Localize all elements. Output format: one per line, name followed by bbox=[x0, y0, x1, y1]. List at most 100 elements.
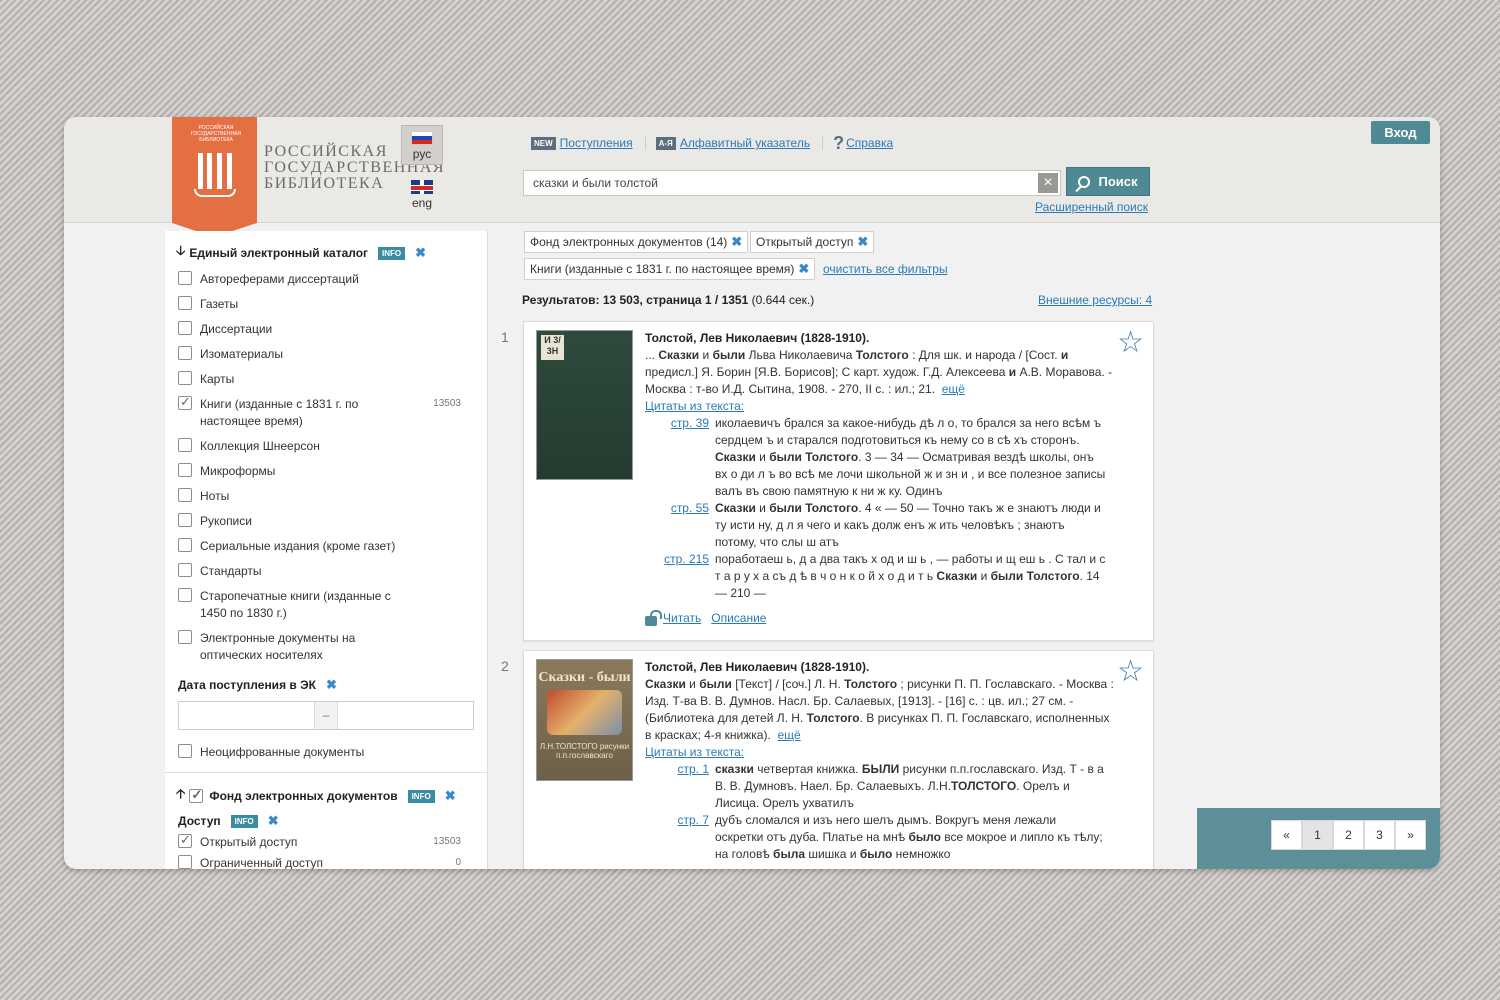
page-link[interactable]: стр. 39 bbox=[645, 415, 715, 500]
description-link[interactable]: Описание bbox=[711, 610, 766, 627]
filter-item[interactable]: Старопечатные книги (изданные с 1450 по … bbox=[178, 588, 473, 622]
filter-item[interactable]: Микроформы bbox=[178, 463, 473, 480]
filter-item[interactable]: Рукописи bbox=[178, 513, 473, 530]
checkbox[interactable] bbox=[178, 321, 192, 335]
checkbox[interactable] bbox=[178, 488, 192, 502]
checkbox[interactable] bbox=[178, 271, 192, 285]
read-link[interactable]: Читать bbox=[663, 610, 701, 627]
new-tag-icon: NEW bbox=[531, 136, 556, 150]
quotes-link[interactable]: Цитаты из текста: bbox=[645, 744, 1115, 761]
checkbox[interactable] bbox=[178, 513, 192, 527]
library-logo[interactable]: Российская государственная библиотека bbox=[172, 117, 257, 237]
checkbox[interactable] bbox=[178, 394, 192, 410]
quotes-link[interactable]: Цитаты из текста: bbox=[645, 398, 1115, 415]
filter-item[interactable]: Коллекция Шнеерсон bbox=[178, 438, 473, 455]
catalog-section-title[interactable]: 🡣 Единый электронный каталог INFO ✖ bbox=[176, 242, 426, 264]
result-number: 2 bbox=[501, 658, 509, 674]
clear-search-icon[interactable]: × bbox=[1038, 173, 1058, 193]
search-input[interactable] bbox=[524, 171, 1034, 195]
advanced-search-link[interactable]: Расширенный поиск bbox=[1035, 200, 1148, 214]
remove-filter-icon[interactable]: ✖ bbox=[731, 232, 742, 252]
browser-window: Российская государственная библиотека Ро… bbox=[64, 117, 1440, 869]
book-cover[interactable]: И 3/ 3Н bbox=[536, 330, 633, 480]
info-badge[interactable]: INFO bbox=[378, 246, 406, 260]
more-link[interactable]: ещё bbox=[942, 382, 965, 396]
filter-item[interactable]: Открытый доступ 13503 bbox=[178, 832, 473, 851]
checkbox[interactable] bbox=[178, 538, 192, 552]
catalog-title: Единый электронный каталог bbox=[189, 246, 369, 260]
book-cover[interactable]: Сказки - были Л.Н.ТОЛСТОГО рисунки п.п.г… bbox=[536, 659, 633, 781]
fund-section-title[interactable]: 🡡 Фонд электронных документов INFO ✖ bbox=[176, 785, 456, 807]
clear-filters-link[interactable]: очистить все фильтры bbox=[823, 262, 948, 276]
close-icon[interactable]: ✖ bbox=[268, 813, 279, 829]
favorite-star-icon[interactable]: ☆ bbox=[1117, 657, 1144, 687]
result-card: Сказки - были Л.Н.ТОЛСТОГО рисунки п.п.г… bbox=[523, 650, 1154, 869]
info-badge[interactable]: INFO bbox=[407, 789, 435, 803]
date-from-input[interactable] bbox=[179, 702, 314, 729]
prev-page-button[interactable]: « bbox=[1271, 820, 1302, 850]
filter-item[interactable]: Изоматериалы bbox=[178, 346, 473, 363]
checkbox[interactable] bbox=[178, 346, 192, 360]
search-icon bbox=[1078, 175, 1091, 188]
checkbox[interactable] bbox=[178, 855, 192, 869]
divider bbox=[165, 772, 488, 773]
page-button[interactable]: 1 bbox=[1302, 820, 1333, 850]
alphabet-index-link[interactable]: Алфавитный указатель bbox=[680, 136, 810, 150]
result-body: Толстой, Лев Николаевич (1828-1910). Ска… bbox=[645, 659, 1115, 863]
filter-label: Книги (изданные с 1831 г. по настоящее в… bbox=[200, 397, 359, 428]
close-icon[interactable]: ✖ bbox=[445, 788, 456, 804]
checkbox[interactable] bbox=[178, 463, 192, 477]
date-to-input[interactable] bbox=[338, 702, 473, 729]
help-link[interactable]: Справка bbox=[846, 136, 893, 150]
checkbox[interactable] bbox=[178, 630, 192, 644]
page-link[interactable]: стр. 55 bbox=[645, 500, 715, 551]
filter-item[interactable]: Неоцифрованные документы bbox=[178, 744, 473, 761]
filter-item[interactable]: Ноты bbox=[178, 488, 473, 505]
more-link[interactable]: ещё bbox=[777, 728, 800, 742]
lang-en-button[interactable]: eng bbox=[401, 175, 443, 211]
filter-item[interactable]: Стандарты bbox=[178, 563, 473, 580]
filter-label: Изоматериалы bbox=[200, 347, 284, 361]
favorite-star-icon[interactable]: ☆ bbox=[1117, 328, 1144, 358]
remove-filter-icon[interactable]: ✖ bbox=[798, 259, 809, 279]
next-page-button[interactable]: » bbox=[1395, 820, 1426, 850]
filter-item[interactable]: Сериальные издания (кроме газет) bbox=[178, 538, 473, 555]
alphabet-index-link-group: А-Я Алфавитный указатель bbox=[655, 136, 824, 150]
close-icon[interactable]: ✖ bbox=[326, 677, 337, 693]
filter-item[interactable]: Автореферами диссертаций bbox=[178, 271, 473, 288]
page-button[interactable]: 3 bbox=[1364, 820, 1395, 850]
search-button[interactable]: Поиск bbox=[1066, 167, 1150, 196]
top-links: NEW Поступления А-Я Алфавитный указатель… bbox=[531, 133, 915, 153]
page-link[interactable]: стр. 215 bbox=[645, 551, 715, 602]
close-icon[interactable]: ✖ bbox=[415, 245, 426, 261]
result-number: 1 bbox=[501, 329, 509, 345]
page-link[interactable]: стр. 7 bbox=[645, 812, 715, 863]
checkbox[interactable] bbox=[178, 563, 192, 577]
filter-item[interactable]: Ограниченный доступ 0 bbox=[178, 855, 473, 869]
page-link[interactable]: стр. 1 bbox=[645, 761, 715, 812]
result-author[interactable]: Толстой, Лев Николаевич (1828-1910). bbox=[645, 330, 1115, 347]
filter-item[interactable]: Диссертации bbox=[178, 321, 473, 338]
checkbox[interactable] bbox=[189, 787, 204, 803]
checkbox[interactable] bbox=[178, 744, 192, 758]
page-button[interactable]: 2 bbox=[1333, 820, 1364, 850]
checkbox[interactable] bbox=[178, 371, 192, 385]
filter-item[interactable]: Книги (изданные с 1831 г. по настоящее в… bbox=[178, 394, 473, 430]
checkbox[interactable] bbox=[178, 832, 192, 848]
filter-item[interactable]: Электронные документы на оптических носи… bbox=[178, 630, 473, 664]
result-author[interactable]: Толстой, Лев Николаевич (1828-1910). bbox=[645, 659, 1115, 676]
cover-label: И 3/ 3Н bbox=[541, 335, 564, 360]
new-arrivals-link[interactable]: Поступления bbox=[560, 136, 633, 150]
filter-label: Старопечатные книги (изданные с 1450 по … bbox=[200, 589, 391, 620]
checkbox[interactable] bbox=[178, 438, 192, 452]
lang-ru-button[interactable]: рус bbox=[401, 125, 443, 165]
filter-item[interactable]: Карты bbox=[178, 371, 473, 388]
remove-filter-icon[interactable]: ✖ bbox=[857, 232, 868, 252]
filter-item[interactable]: Газеты bbox=[178, 296, 473, 313]
info-badge[interactable]: INFO bbox=[230, 814, 258, 828]
login-button[interactable]: Вход bbox=[1371, 121, 1430, 144]
logo-title[interactable]: Российская государственная библиотека bbox=[264, 144, 444, 192]
checkbox[interactable] bbox=[178, 588, 192, 602]
external-resources-link[interactable]: Внешние ресурсы: 4 bbox=[1038, 293, 1152, 307]
checkbox[interactable] bbox=[178, 296, 192, 310]
